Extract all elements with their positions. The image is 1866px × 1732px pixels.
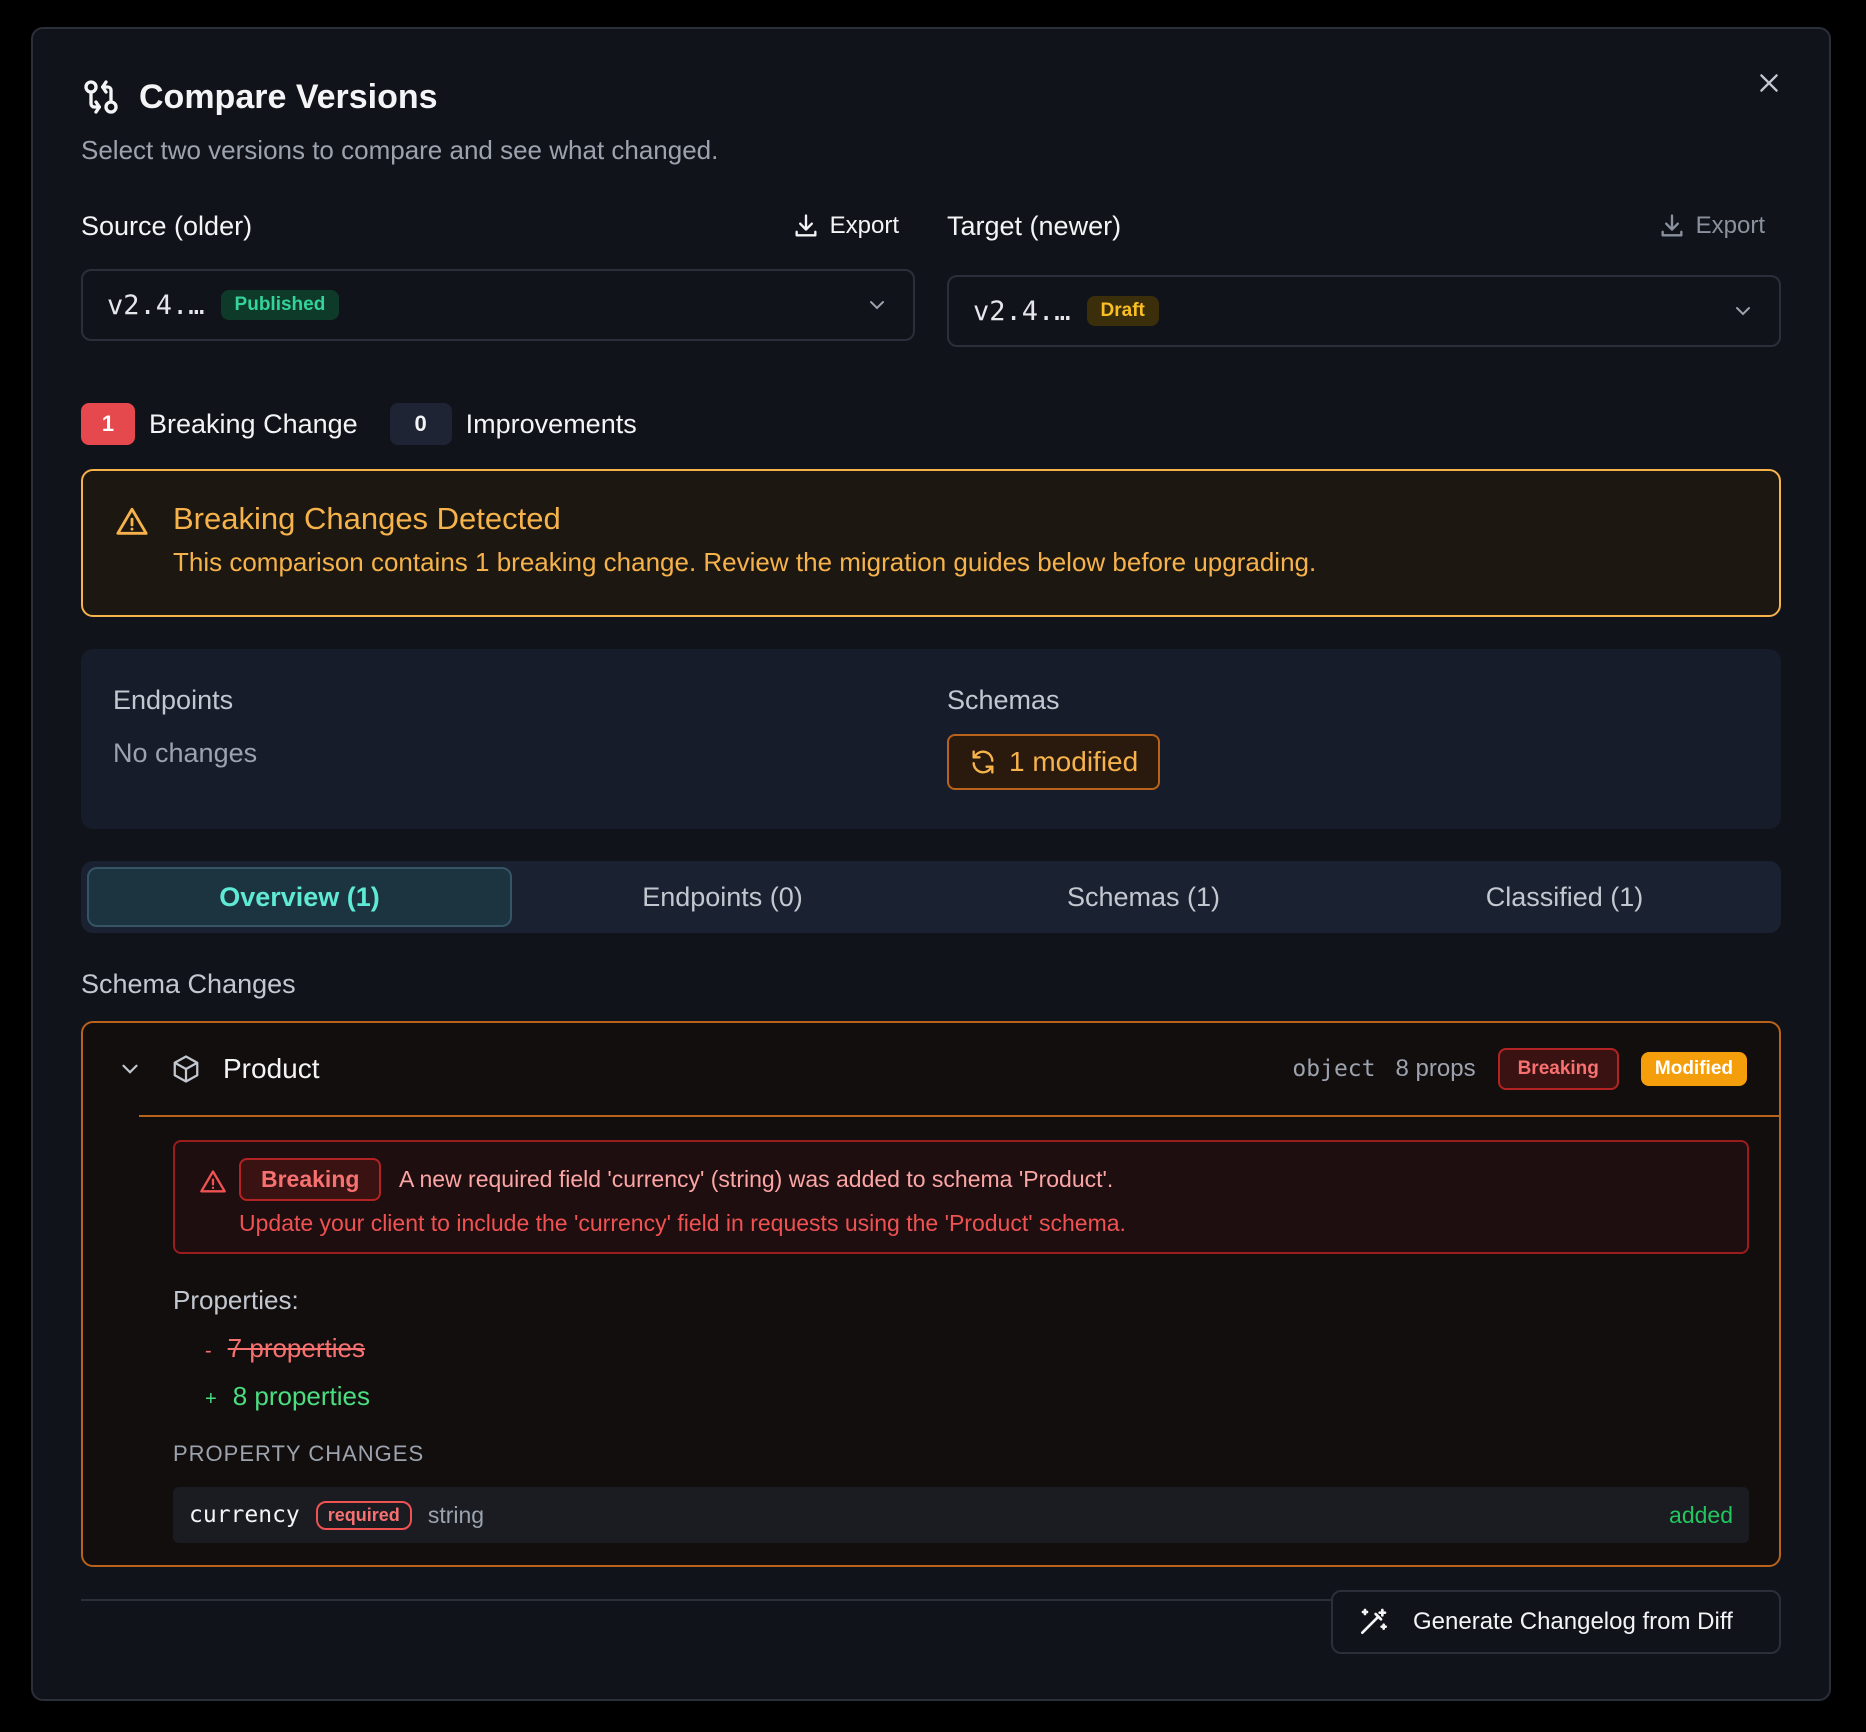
draft-badge: Draft (1086, 296, 1159, 326)
added-line: + 8 properties (205, 1381, 370, 1412)
source-version-value: v2.4.… (107, 289, 205, 321)
target-export-button[interactable]: Export (1658, 212, 1765, 240)
box-icon (173, 1055, 199, 1083)
target-label: Target (newer) (947, 210, 1122, 241)
added-value: 8 properties (232, 1381, 370, 1411)
target-version-select[interactable]: v2.4.… Draft (947, 275, 1781, 347)
tab-classified[interactable]: Classified (1) (1354, 867, 1775, 927)
schemas-summary-label: Schemas (947, 685, 1060, 715)
chevron-down-icon[interactable] (117, 1056, 143, 1082)
property-change-row: currency required string added (173, 1487, 1749, 1543)
improvements-count-badge: 0 (389, 403, 452, 445)
breaking-badge: Breaking (1497, 1048, 1619, 1090)
improvements-count-label: Improvements (465, 408, 637, 439)
breaking-changes-alert: Breaking Changes Detected This compariso… (81, 469, 1781, 617)
source-column: Source (older) Export v2.4.… Published (81, 204, 915, 341)
breaking-message: A new required field 'currency' (string)… (399, 1166, 1114, 1192)
generate-changelog-button[interactable]: Generate Changelog from Diff (1331, 1590, 1781, 1654)
minus-sign: - (205, 1340, 212, 1362)
warning-icon (116, 507, 148, 535)
download-icon (795, 214, 817, 237)
removed-line: - 7 properties (205, 1333, 365, 1364)
modified-badge: Modified (1640, 1052, 1747, 1086)
schemas-summary: Schemas 1 modified (947, 685, 1161, 790)
endpoints-summary-label: Endpoints (113, 685, 234, 715)
breaking-change-detail: Breaking A new required field 'currency'… (173, 1140, 1749, 1254)
refresh-icon (972, 750, 994, 774)
download-icon (1661, 214, 1683, 237)
property-changes-heading: PROPERTY CHANGES (173, 1441, 425, 1466)
breaking-count-label: Breaking Change (149, 408, 358, 439)
schemas-modified-label: 1 modified (1009, 746, 1139, 777)
property-name: currency (189, 1502, 300, 1528)
compare-versions-dialog: Compare Versions Select two versions to … (31, 27, 1831, 1701)
schema-card-header[interactable]: Product object 8 props Breaking Modified (83, 1023, 1779, 1115)
alert-title: Breaking Changes Detected (173, 501, 561, 536)
schema-changes-heading: Schema Changes (81, 969, 296, 999)
property-type: string (427, 1501, 485, 1528)
properties-heading: Properties: (173, 1285, 299, 1315)
warning-icon (200, 1170, 226, 1193)
breaking-tag: Breaking (239, 1158, 382, 1201)
tab-schemas[interactable]: Schemas (1) (933, 867, 1354, 927)
diff-tabs: Overview (1) Endpoints (0) Schemas (1) C… (81, 861, 1781, 933)
breaking-count-badge: 1 (81, 403, 135, 445)
git-compare-icon (84, 80, 118, 114)
source-label: Source (older) (81, 210, 253, 241)
target-version-value: v2.4.… (973, 295, 1071, 327)
endpoints-summary-value: No changes (113, 738, 258, 768)
source-version-select[interactable]: v2.4.… Published (81, 269, 915, 341)
schema-change-card: Product object 8 props Breaking Modified… (81, 1021, 1781, 1567)
breaking-hint: Update your client to include the 'curre… (239, 1210, 1126, 1236)
generate-changelog-label: Generate Changelog from Diff (1413, 1608, 1733, 1635)
change-summary: Endpoints No changes Schemas 1 modified (81, 649, 1781, 829)
schema-props-count: 8 props (1395, 1055, 1476, 1082)
schema-type: object (1292, 1056, 1376, 1082)
source-export-label: Export (829, 212, 899, 239)
removed-value: 7 properties (227, 1333, 365, 1363)
dialog-header: Compare Versions (81, 77, 438, 117)
tab-endpoints[interactable]: Endpoints (0) (512, 867, 933, 927)
schemas-modified-badge: 1 modified (947, 734, 1161, 790)
required-badge: required (315, 1500, 412, 1530)
magic-wand-icon (1361, 1608, 1387, 1634)
schema-card-divider (139, 1115, 1779, 1117)
dialog-subtitle: Select two versions to compare and see w… (81, 135, 719, 165)
chevron-down-icon (1736, 307, 1750, 316)
plus-sign: + (205, 1388, 217, 1410)
property-status: added (1669, 1501, 1733, 1528)
endpoints-summary: Endpoints No changes (113, 685, 257, 769)
target-export-label: Export (1695, 212, 1765, 239)
dialog-title: Compare Versions (139, 77, 438, 116)
chevron-down-icon (870, 301, 884, 310)
source-export-button[interactable]: Export (792, 212, 899, 240)
tab-overview[interactable]: Overview (1) (87, 867, 512, 927)
alert-message: This comparison contains 1 breaking chan… (173, 547, 1317, 577)
published-badge: Published (220, 290, 340, 320)
target-column: Target (newer) Export v2.4.… Draft (947, 204, 1781, 347)
schema-name: Product (223, 1053, 320, 1084)
change-counts: 1 Breaking Change 0 Improvements (81, 403, 669, 445)
